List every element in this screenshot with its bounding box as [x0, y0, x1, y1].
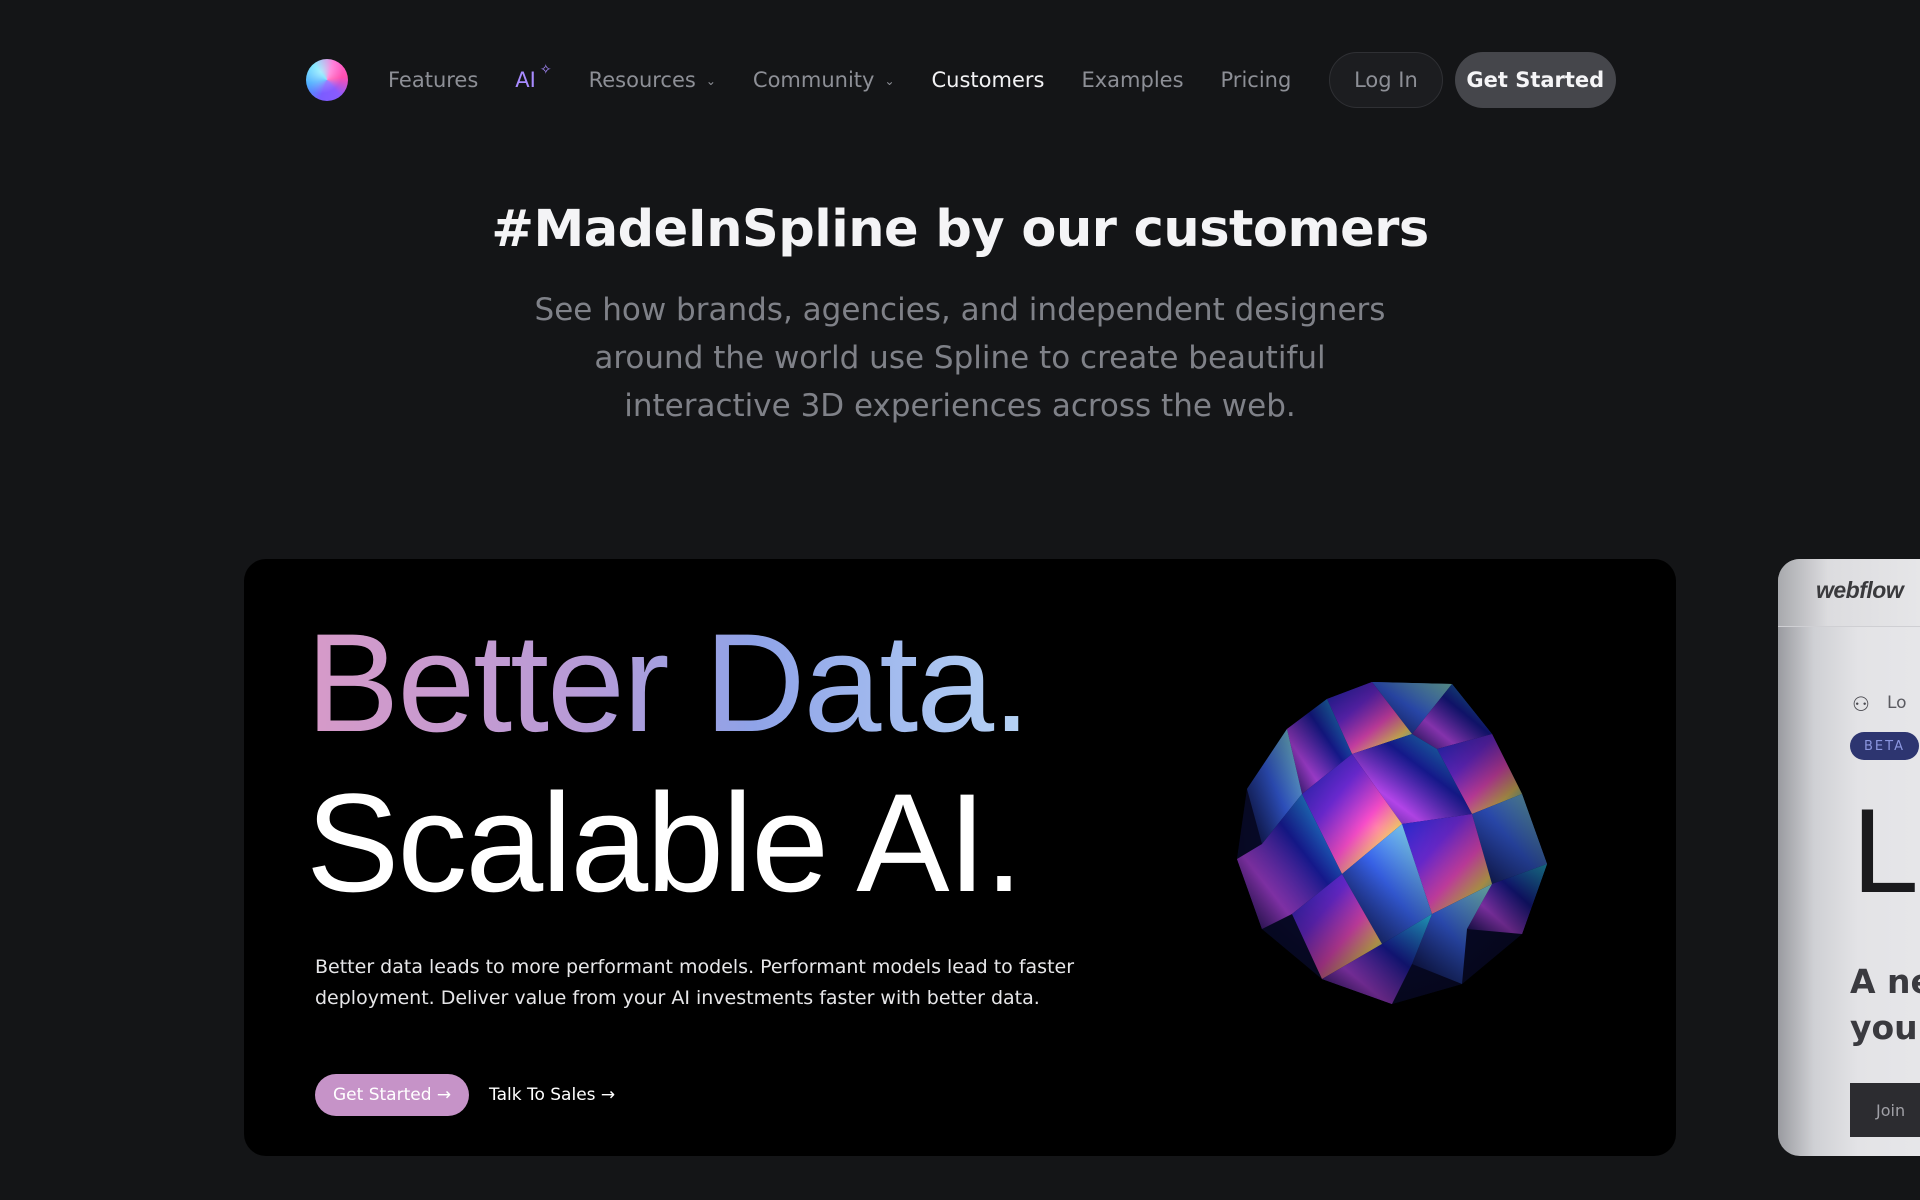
page-title: #MadeInSpline by our customers: [491, 200, 1429, 259]
nav-item-examples[interactable]: Examples: [1081, 68, 1183, 92]
nav-item-resources[interactable]: Resources ⌄: [589, 68, 716, 92]
talk-to-sales-link[interactable]: Talk To Sales →: [489, 1074, 615, 1116]
nav-item-features[interactable]: Features: [388, 68, 478, 92]
beta-badge: BETA: [1850, 732, 1919, 760]
side-card-headline: L: [1852, 784, 1919, 918]
nav-item-label: Features: [388, 68, 479, 92]
nav-item-pricing[interactable]: Pricing: [1221, 68, 1292, 92]
nav-item-customers[interactable]: Customers: [932, 68, 1045, 92]
nav-item-community[interactable]: Community ⌄: [753, 68, 895, 92]
nav-item-label: AI: [515, 68, 536, 92]
top-nav: Features AI ✧ Resources ⌄ Community ⌄ Cu…: [306, 52, 1616, 108]
chevron-down-icon: ⌄: [884, 74, 895, 88]
sparkle-icon: ✧: [539, 62, 552, 78]
nav-item-label: Examples: [1081, 68, 1184, 92]
customer-card[interactable]: Better Data. Scalable AI. Better data le…: [244, 559, 1676, 1156]
nav-item-label: Customers: [931, 68, 1045, 92]
next-customer-card[interactable]: webflow ⚇ Lo BETA L A ne you Join: [1778, 559, 1920, 1156]
iridescent-orb-graphic: [1237, 682, 1547, 1004]
card-description: Better data leads to more performant mod…: [315, 956, 1075, 1009]
chevron-down-icon: ⌄: [705, 74, 716, 88]
card-headline-gradient: Better Data.: [306, 599, 1031, 767]
nav-links: Features AI ✧ Resources ⌄ Community ⌄ Cu…: [388, 62, 1328, 92]
webflow-logo: webflow: [1816, 577, 1904, 603]
get-started-button[interactable]: Get Started: [1454, 52, 1616, 108]
card-headline: Scalable AI.: [306, 764, 1023, 921]
nav-item-label: Resources: [588, 68, 696, 92]
user-icon: ⚇: [1852, 692, 1870, 716]
page-subtitle: See how brands, agencies, and independen…: [534, 292, 1386, 424]
login-button[interactable]: Log In: [1329, 52, 1443, 108]
nav-item-label: Community: [752, 68, 875, 92]
nav-item-ai[interactable]: AI ✧: [515, 62, 551, 92]
nav-item-label: Pricing: [1220, 68, 1292, 92]
spline-logo[interactable]: [306, 59, 348, 101]
side-card-text: A ne you: [1850, 962, 1920, 1047]
side-card-login-text: Lo: [1887, 693, 1907, 713]
side-card-join-button[interactable]: Join: [1850, 1083, 1920, 1137]
side-card-header: webflow: [1778, 559, 1920, 627]
card-get-started-button[interactable]: Get Started →: [315, 1074, 470, 1116]
